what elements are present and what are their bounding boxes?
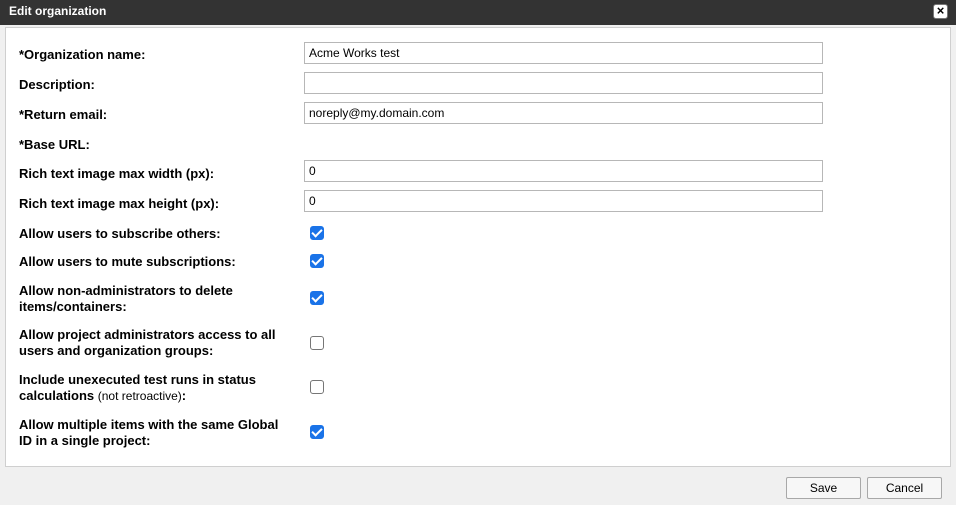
unexecuted-runs-checkbox[interactable] (310, 380, 324, 394)
max-height-input[interactable] (304, 190, 823, 212)
mute-subscriptions-checkbox[interactable] (310, 254, 324, 268)
subscribe-others-checkbox[interactable] (310, 226, 324, 240)
unexecuted-runs-label: Include unexecuted test runs in status c… (19, 372, 299, 404)
project-admin-access-label: Allow project administrators access to a… (19, 327, 299, 359)
mute-subscriptions-label: Allow users to mute subscriptions: (19, 254, 236, 269)
save-button[interactable]: Save (786, 477, 861, 499)
unexecuted-runs-label-text: calculations (19, 388, 95, 403)
dialog-titlebar: Edit organization × (0, 0, 956, 25)
max-width-input[interactable] (304, 160, 823, 182)
unexecuted-runs-colon: : (181, 388, 187, 403)
max-width-label: Rich text image max width (px): (19, 166, 215, 181)
subscribe-others-label: Allow users to subscribe others: (19, 226, 221, 241)
non-admin-delete-checkbox[interactable] (310, 291, 324, 305)
non-admin-delete-label-line2: items/containers: (19, 299, 127, 314)
return-email-label: *Return email: (19, 107, 108, 122)
description-input[interactable] (304, 72, 823, 94)
form-panel: *Organization name: Description: *Return… (5, 27, 951, 467)
project-admin-access-label-line1: Allow project administrators access to a… (19, 327, 276, 342)
org-name-label: *Organization name: (19, 47, 146, 62)
close-icon[interactable]: × (933, 4, 948, 19)
unexecuted-runs-label-line2: calculations (not retroactive): (19, 388, 299, 404)
non-admin-delete-label: Allow non-administrators to delete items… (19, 283, 299, 315)
non-admin-delete-label-line1: Allow non-administrators to delete (19, 283, 233, 298)
org-name-input[interactable] (304, 42, 823, 64)
description-label: Description: (19, 77, 95, 92)
base-url-label: *Base URL: (19, 137, 90, 152)
cancel-button[interactable]: Cancel (867, 477, 942, 499)
multiple-global-id-label: Allow multiple items with the same Globa… (19, 417, 299, 449)
return-email-input[interactable] (304, 102, 823, 124)
unexecuted-runs-label-line1: Include unexecuted test runs in status (19, 372, 256, 387)
unexecuted-runs-note: (not retroactive) (97, 389, 182, 403)
multiple-global-id-label-line2: ID in a single project: (19, 433, 151, 448)
dialog-title: Edit organization (9, 4, 107, 18)
max-height-label: Rich text image max height (px): (19, 196, 220, 211)
multiple-global-id-checkbox[interactable] (310, 425, 324, 439)
project-admin-access-label-line2: users and organization groups: (19, 343, 214, 358)
multiple-global-id-label-line1: Allow multiple items with the same Globa… (19, 417, 279, 432)
project-admin-access-checkbox[interactable] (310, 336, 324, 350)
